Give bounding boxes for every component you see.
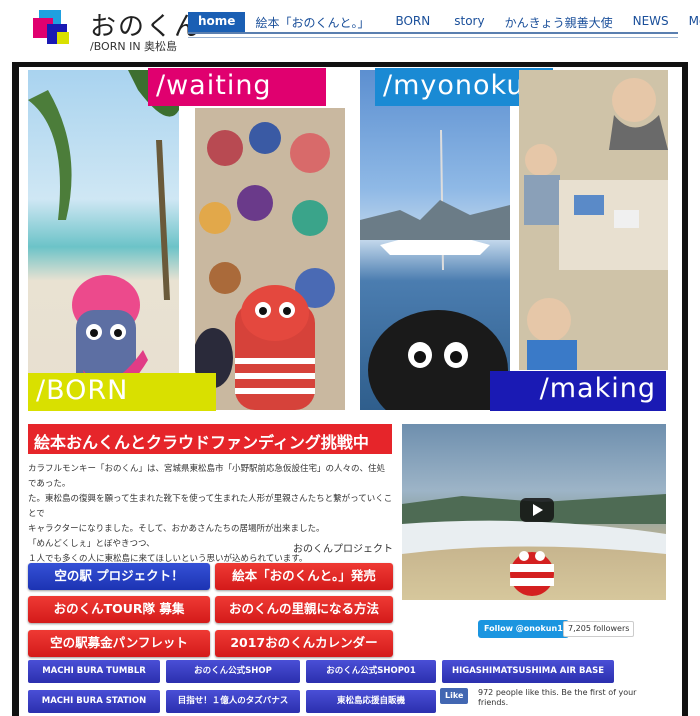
- michinoeki-button[interactable]: 空の駅 プロジェクト！: [28, 563, 210, 590]
- crowdfunding-line: キャラクターになりました。そして、おかあさんたちの居場所が出来ました。: [28, 524, 325, 534]
- photo-beach-monkey[interactable]: [28, 70, 179, 410]
- airbase-link[interactable]: HIGASHIMATSUSHIMA AIR BASE: [442, 660, 614, 683]
- project-signature: おのくんプロジェクト: [293, 544, 393, 555]
- pamphlet-button[interactable]: 空の駅募金パンフレット: [28, 630, 210, 657]
- station-link[interactable]: MACHI BURA STATION: [28, 690, 160, 713]
- twitter-follow-button[interactable]: Follow @onokun1: [478, 620, 569, 638]
- crowdfunding-line: カラフルモンキー「おのくん」は、宮城県東松島市「小野駅前応急仮設住宅」の人々の、…: [28, 464, 386, 489]
- nav-born[interactable]: BORN: [379, 12, 444, 32]
- banana-link[interactable]: 目指せ！１億人のタズバナス: [166, 690, 300, 713]
- photo-waiting-dolls[interactable]: [195, 108, 345, 410]
- tour-button[interactable]: おのくんTOUR隊 募集: [28, 596, 210, 623]
- nav-more[interactable]: More: [679, 12, 700, 32]
- crowdfunding-title[interactable]: 絵本おんくんとクラウドファンディング挑戦中: [28, 424, 392, 454]
- site-subtitle: /BORN IN 奥松島: [90, 40, 178, 53]
- satooya-button[interactable]: おのくんの里親になる方法: [215, 596, 393, 623]
- shop-link[interactable]: おのくん公式SHOP: [166, 660, 300, 683]
- nav-divider: [188, 37, 678, 38]
- promo-video[interactable]: [402, 424, 666, 600]
- shop01-link[interactable]: おのくん公式SHOP01: [306, 660, 436, 683]
- logo-icon[interactable]: [33, 10, 71, 46]
- play-icon[interactable]: [520, 498, 554, 522]
- ehon-button[interactable]: 絵本「おのくんと。」発売: [215, 563, 393, 590]
- twitter-followers-count: 7,205 followers: [563, 621, 635, 637]
- nav-home[interactable]: home: [188, 12, 246, 32]
- site-header: おのくん /BORN IN 奥松島 home 絵本「おのくんと。」 BORN s…: [0, 0, 700, 62]
- photo-harbor[interactable]: [360, 70, 510, 410]
- tag-making[interactable]: /making: [490, 371, 666, 411]
- tag-waiting[interactable]: /waiting: [148, 68, 326, 106]
- facebook-like-text: 972 people like this. Be the first of yo…: [478, 688, 637, 707]
- photo-making-workshop[interactable]: [519, 70, 668, 370]
- tumblr-link[interactable]: MACHI BURA TUMBLR: [28, 660, 160, 683]
- tag-born[interactable]: /BORN: [28, 373, 216, 411]
- facebook-like-button[interactable]: Like: [440, 688, 469, 704]
- nav-ambassador[interactable]: かんきょう親善大使: [495, 12, 623, 32]
- nav-ehon[interactable]: 絵本「おのくんと。」: [245, 12, 379, 32]
- calendar-button[interactable]: 2017おのくんカレンダー: [215, 630, 393, 657]
- crowdfunding-line: た。東松島の復興を願って生まれた靴下を使って生まれた人形が里親さんたちと繋がって…: [28, 494, 393, 519]
- nav-news[interactable]: NEWS: [623, 12, 679, 32]
- main-nav: home 絵本「おのくんと。」 BORN story かんきょう親善大使 NEW…: [188, 12, 700, 34]
- hanbaiki-link[interactable]: 東松島応援自販機: [306, 690, 436, 713]
- nav-story[interactable]: story: [444, 12, 494, 32]
